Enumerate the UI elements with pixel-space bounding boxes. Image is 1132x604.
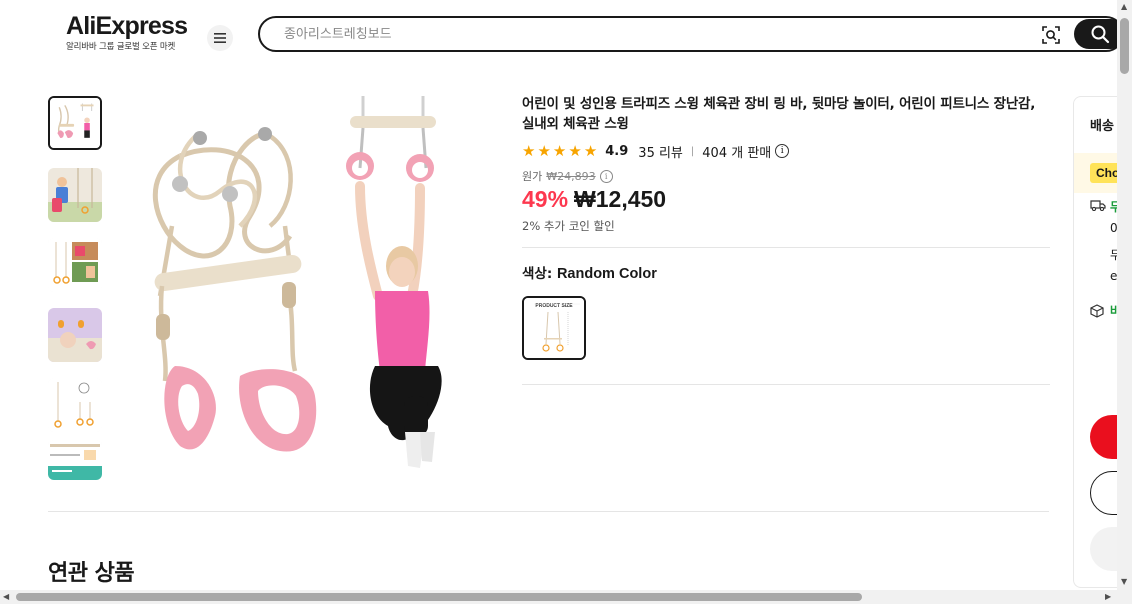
scroll-down-icon[interactable]: ▼ — [1121, 578, 1127, 586]
search-icon — [1091, 25, 1110, 44]
thumbnail-1[interactable] — [48, 96, 102, 150]
reviews-link[interactable]: 35 리뷰 — [638, 142, 683, 161]
price-row: 49% ₩12,450 — [522, 186, 1050, 216]
original-price: ₩24,893 — [546, 169, 596, 183]
info-icon[interactable]: i — [599, 169, 613, 183]
color-swatch[interactable]: PRODUCT SIZE — [522, 296, 586, 360]
logo-text: AliExpress — [66, 12, 188, 40]
discount-percent: 49% — [522, 186, 569, 212]
horizontal-scrollbar[interactable]: ◀ ▶ — [0, 590, 1132, 604]
rating-value: 4.9 — [605, 143, 629, 159]
original-label: 원가 — [522, 170, 543, 183]
shipping-title: 배송 — [1090, 119, 1114, 134]
star-rating[interactable]: ★ ★ ★ ★ ★ — [522, 141, 598, 160]
color-label: 색상: Random Color — [522, 262, 1050, 282]
menu-icon — [214, 33, 226, 43]
sold-count: 404 개 판매 — [702, 145, 772, 161]
separator: | — [690, 145, 695, 157]
product-title: 어린이 및 성인용 트라피즈 스윙 체육관 장비 링 바, 뒷마당 놀이터, 어… — [522, 96, 1036, 132]
divider — [522, 384, 1050, 385]
thumbnail-4[interactable] — [48, 308, 102, 362]
section-divider — [48, 511, 1049, 512]
related-products-title: 연관 상품 — [48, 561, 135, 586]
coin-discount: 2% 추가 코인 할인 — [522, 219, 615, 233]
star-icon: ★ — [568, 141, 582, 160]
color-value: Random Color — [556, 266, 657, 282]
scroll-up-icon[interactable]: ▲ — [1121, 3, 1127, 11]
aliexpress-logo[interactable]: AliExpress 알리바바 그룹 글로벌 오픈 마켓 — [66, 12, 196, 52]
horizontal-scroll-thumb[interactable] — [16, 593, 862, 601]
vertical-scrollbar[interactable]: ▲ ▼ — [1117, 0, 1132, 590]
thumbnail-5[interactable] — [48, 378, 102, 432]
search-bar — [258, 16, 1126, 52]
vertical-scroll-thumb[interactable] — [1120, 18, 1129, 74]
info-icon[interactable]: i — [775, 144, 790, 158]
color-label-text: 색상: — [522, 266, 553, 282]
image-search-button[interactable] — [1040, 24, 1062, 46]
truck-icon — [1090, 200, 1106, 211]
shield-icon — [1090, 304, 1104, 318]
menu-button[interactable] — [207, 25, 233, 51]
star-icon: ★ — [522, 141, 536, 160]
scroll-left-icon[interactable]: ◀ — [3, 593, 9, 601]
star-icon: ★ — [583, 141, 598, 160]
thumbnail-2[interactable] — [48, 168, 102, 222]
thumbnail-6[interactable] — [48, 440, 102, 480]
scroll-right-icon[interactable]: ▶ — [1105, 593, 1111, 601]
camera-search-icon — [1042, 26, 1060, 44]
divider — [522, 247, 1050, 248]
logo-subtitle: 알리바바 그룹 글로벌 오픈 마켓 — [66, 42, 176, 52]
sale-price: ₩12,450 — [574, 186, 667, 212]
star-icon: ★ — [537, 141, 551, 160]
rating-row: ★ ★ ★ ★ ★ 4.9 35 리뷰 | 404 개 판매 i — [522, 140, 1050, 162]
product-info: 어린이 및 성인용 트라피즈 스윙 체육관 장비 링 바, 뒷마당 놀이터, 어… — [522, 94, 1050, 385]
star-icon: ★ — [552, 141, 567, 160]
original-price-row: 원가 ₩24,893 i — [522, 168, 1050, 184]
search-input[interactable] — [284, 18, 984, 50]
main-product-image[interactable] — [120, 96, 470, 481]
thumbnail-3[interactable] — [48, 238, 102, 292]
